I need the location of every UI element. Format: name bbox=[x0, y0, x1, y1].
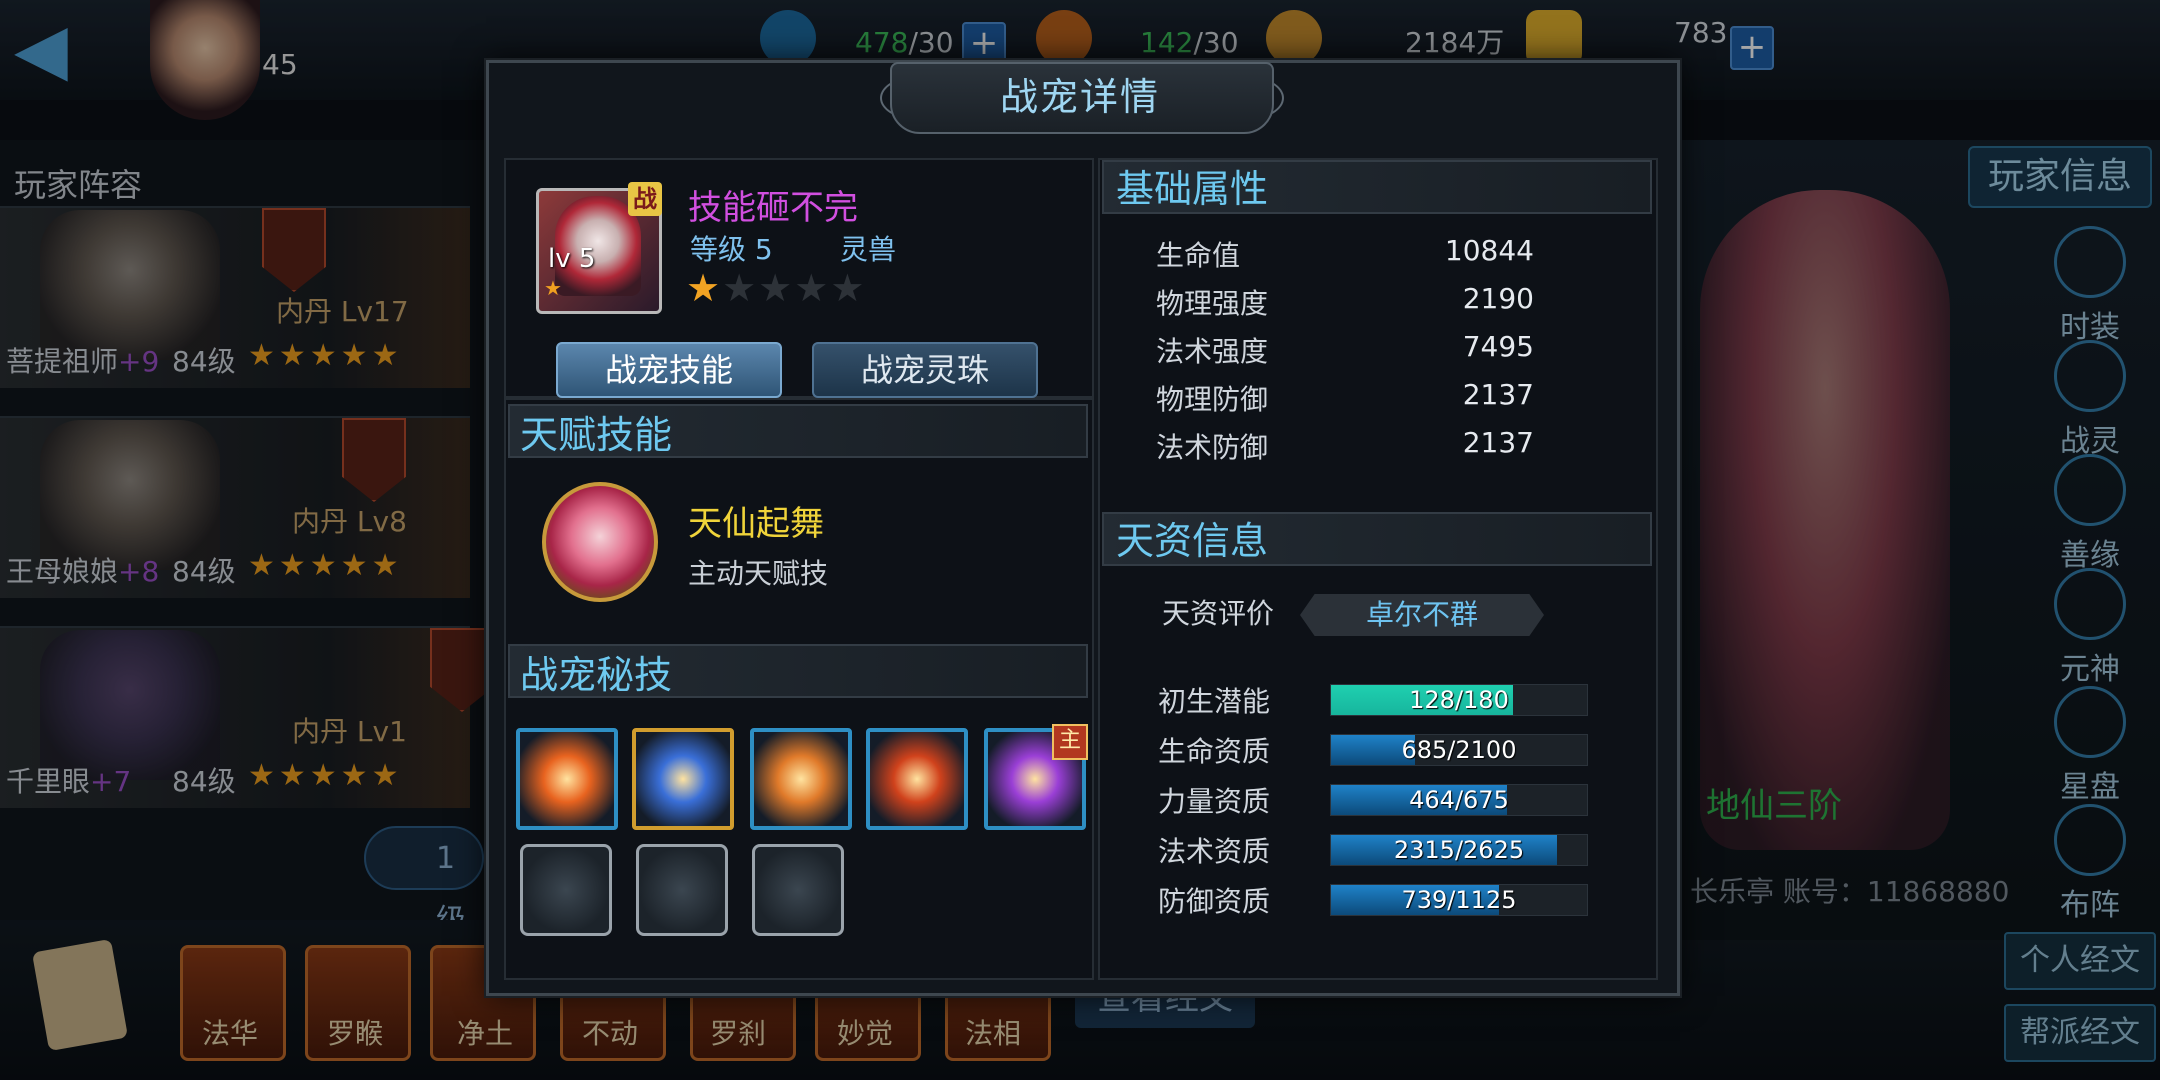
aptitude-bar-label: 力量资质 bbox=[1158, 785, 1271, 818]
empty-skill-slot[interactable] bbox=[520, 844, 612, 936]
aptitude-bar-label: 防御资质 bbox=[1158, 885, 1271, 918]
tab-pet-skills[interactable]: 战宠技能 bbox=[556, 342, 782, 398]
fire-bear-skill-icon[interactable] bbox=[866, 728, 968, 830]
stat-value: 2137 bbox=[1462, 378, 1534, 411]
star-empty-icon: ★ bbox=[722, 266, 759, 310]
aptitude-bar-value: 128/180 bbox=[1409, 686, 1509, 714]
tab-pet-orbs[interactable]: 战宠灵珠 bbox=[812, 342, 1038, 398]
talent-name: 天仙起舞 bbox=[688, 504, 824, 544]
stat-label: 生命值 bbox=[1156, 239, 1241, 272]
aptitude-progress-bar: 128/180 bbox=[1330, 684, 1588, 716]
pet-lv-badge: lv 5 bbox=[548, 244, 596, 274]
pet-level: 等级 5 bbox=[690, 233, 773, 266]
aptitude-progress-bar: 685/2100 bbox=[1330, 734, 1588, 766]
aptitude-progress-bar: 464/675 bbox=[1330, 784, 1588, 816]
flame-burst-skill-icon[interactable] bbox=[750, 728, 852, 830]
talent-desc: 主动天赋技 bbox=[688, 557, 829, 590]
aptitude-rating-label: 天资评价 bbox=[1162, 597, 1275, 630]
talent-skill-icon[interactable] bbox=[542, 482, 658, 602]
secret-section-title: 战宠秘技 bbox=[520, 653, 673, 697]
stat-value: 2137 bbox=[1462, 426, 1534, 459]
pet-star-rating: ★★★★★ bbox=[686, 266, 866, 310]
empty-skill-slot[interactable] bbox=[752, 844, 844, 936]
aptitude-bar-value: 2315/2625 bbox=[1393, 836, 1525, 864]
star-empty-icon: ★ bbox=[758, 266, 795, 310]
aptitude-bar-label: 法术资质 bbox=[1158, 835, 1271, 868]
eye-fire-skill-icon[interactable] bbox=[516, 728, 618, 830]
stat-label: 法术强度 bbox=[1156, 335, 1269, 368]
talent-section-title: 天赋技能 bbox=[520, 413, 673, 457]
empty-skill-slot[interactable] bbox=[636, 844, 728, 936]
war-tag-badge: 战 bbox=[628, 182, 662, 216]
aptitude-bar-label: 生命资质 bbox=[1158, 735, 1271, 768]
basic-section-title: 基础属性 bbox=[1116, 167, 1269, 211]
stat-value: 2190 bbox=[1462, 282, 1534, 315]
stat-value: 7495 bbox=[1462, 330, 1534, 363]
aptitude-bar-label: 初生潜能 bbox=[1158, 685, 1271, 718]
aptitude-rating-value: 卓尔不群 bbox=[1300, 594, 1544, 636]
spirit-beast-skill-icon[interactable] bbox=[632, 728, 734, 830]
aptitude-section-title: 天资信息 bbox=[1116, 519, 1269, 563]
pet-type: 灵兽 bbox=[840, 233, 897, 266]
star-empty-icon: ★ bbox=[794, 266, 831, 310]
star-filled-icon: ★ bbox=[686, 266, 723, 310]
pet-name: 技能砸不完 bbox=[688, 188, 858, 228]
stat-label: 物理防御 bbox=[1156, 383, 1269, 416]
aptitude-bar-value: 739/1125 bbox=[1401, 886, 1517, 914]
stat-label: 物理强度 bbox=[1156, 287, 1269, 320]
star-empty-icon: ★ bbox=[830, 266, 867, 310]
aptitude-bar-value: 464/675 bbox=[1409, 786, 1509, 814]
stat-value: 10844 bbox=[1444, 234, 1534, 267]
modal-title: 战宠详情 bbox=[999, 75, 1160, 119]
stat-label: 法术防御 bbox=[1156, 431, 1269, 464]
aptitude-progress-bar: 739/1125 bbox=[1330, 884, 1588, 916]
pet-mini-star-icon: ★ bbox=[544, 276, 562, 300]
aptitude-bar-value: 685/2100 bbox=[1401, 736, 1517, 764]
main-skill-tag: 主 bbox=[1052, 724, 1088, 760]
aptitude-progress-bar: 2315/2625 bbox=[1330, 834, 1588, 866]
